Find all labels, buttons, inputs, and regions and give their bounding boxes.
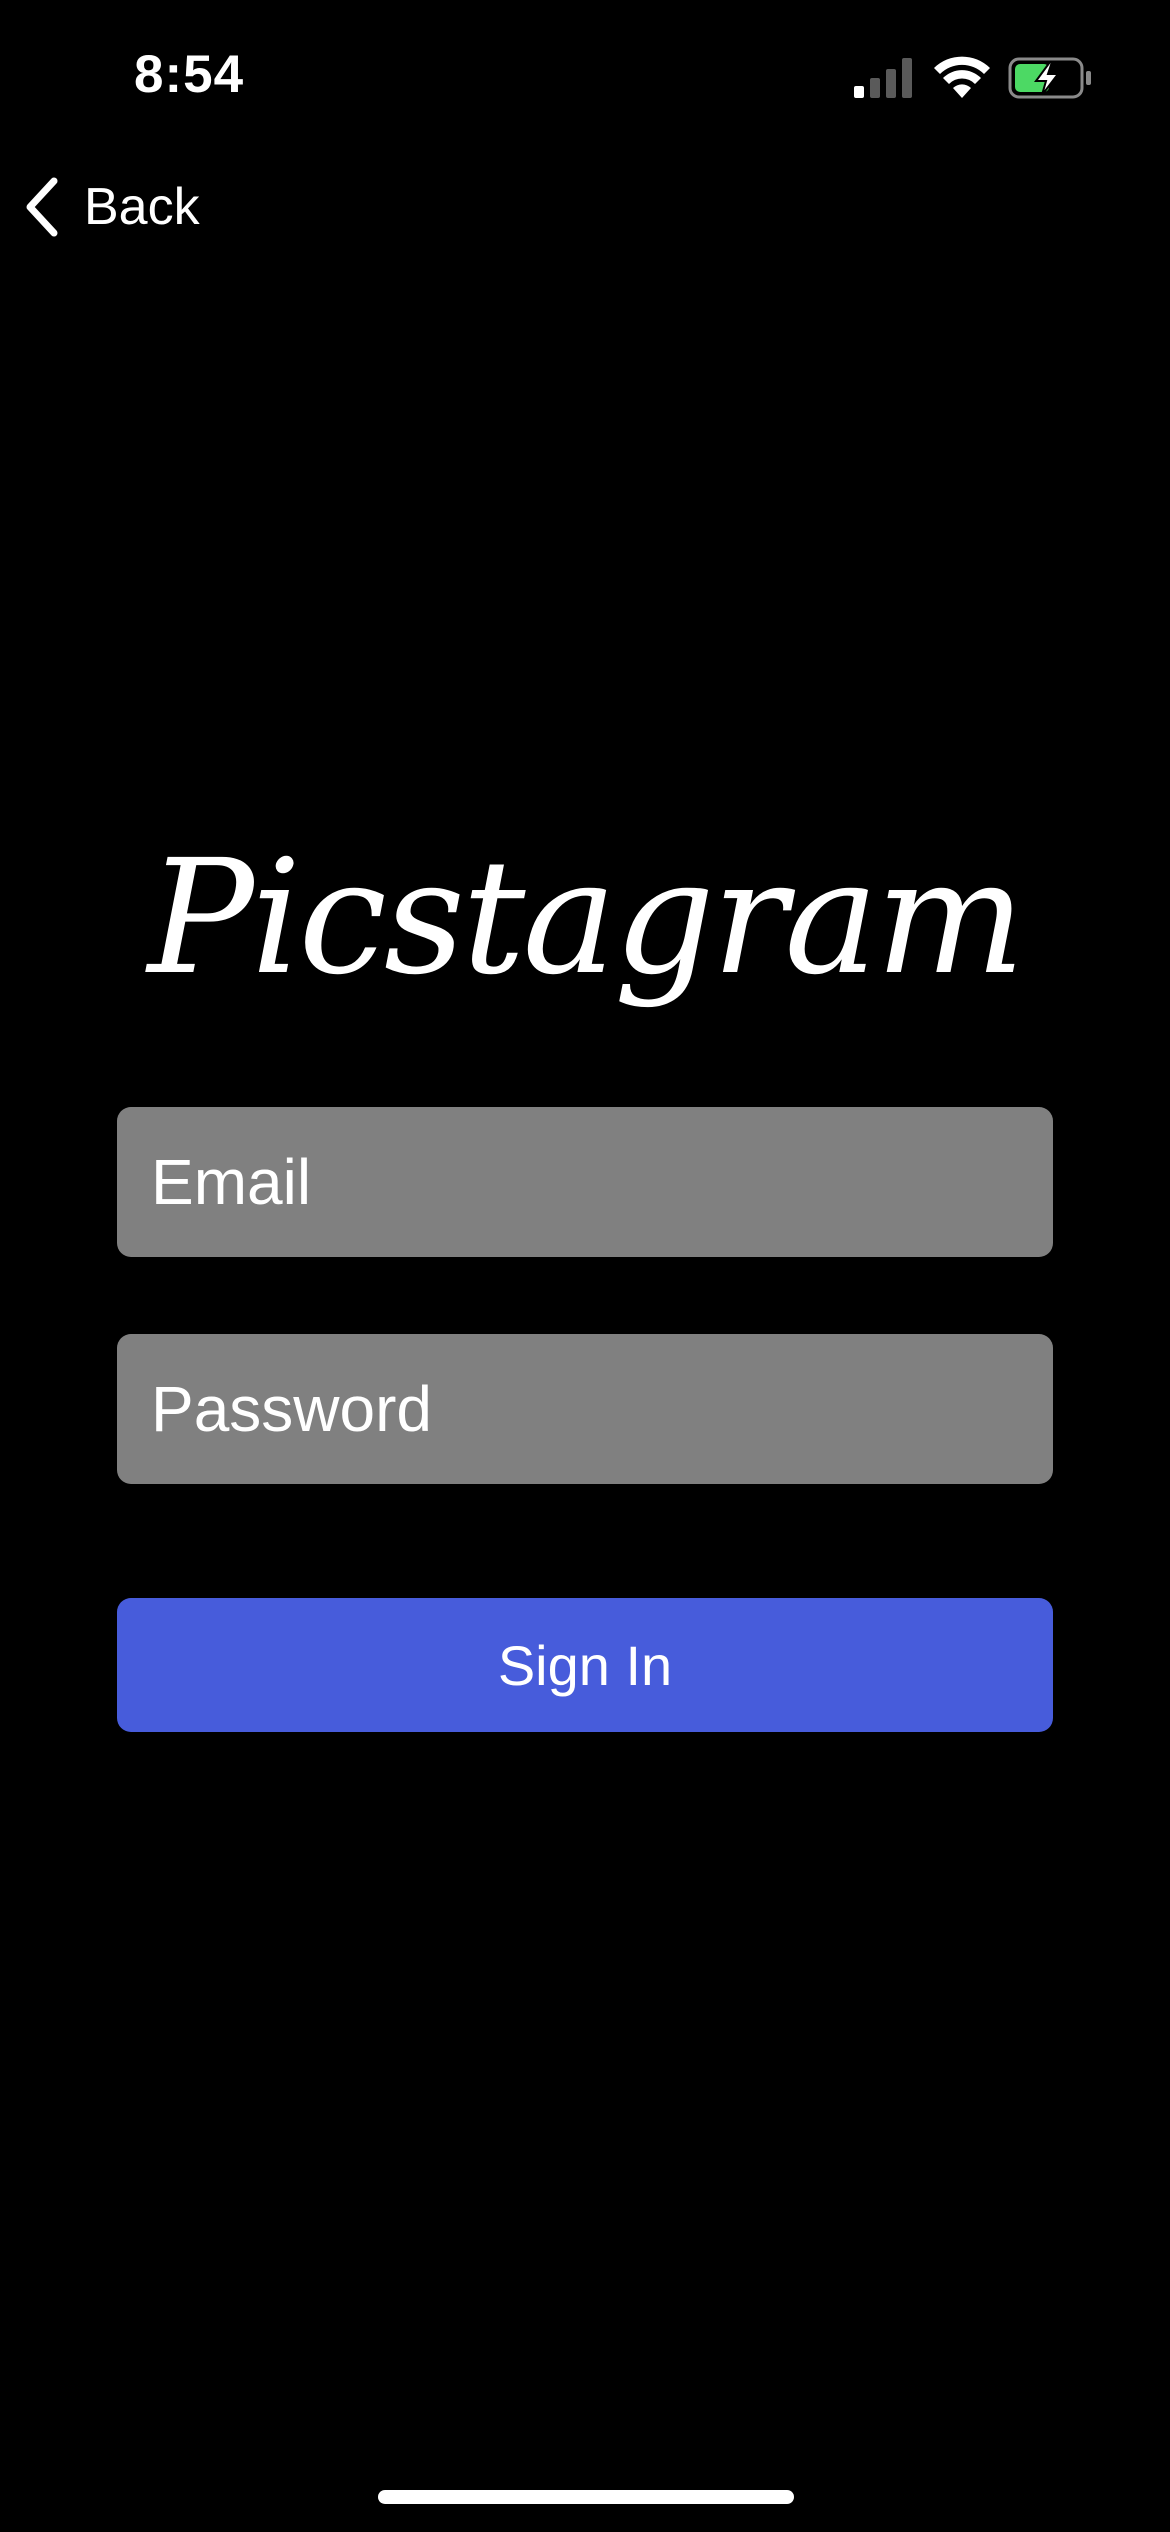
sign-in-button[interactable]: Sign In (117, 1598, 1053, 1732)
chevron-left-icon (26, 177, 58, 237)
status-bar: 8:54 (0, 0, 1170, 150)
sign-in-label: Sign In (497, 1633, 673, 1697)
password-field[interactable] (117, 1334, 1053, 1484)
status-time: 8:54 (134, 45, 245, 104)
back-label: Back (84, 178, 200, 236)
wifi-icon (934, 56, 990, 98)
back-button[interactable]: Back (22, 172, 200, 242)
logo-text: Picstagram (145, 826, 1023, 1010)
email-field[interactable] (117, 1107, 1053, 1257)
cellular-signal-icon (854, 58, 912, 98)
battery-charging-icon (1008, 57, 1091, 99)
app-logo: Picstagram (145, 826, 1026, 1010)
home-indicator[interactable] (378, 2490, 794, 2504)
